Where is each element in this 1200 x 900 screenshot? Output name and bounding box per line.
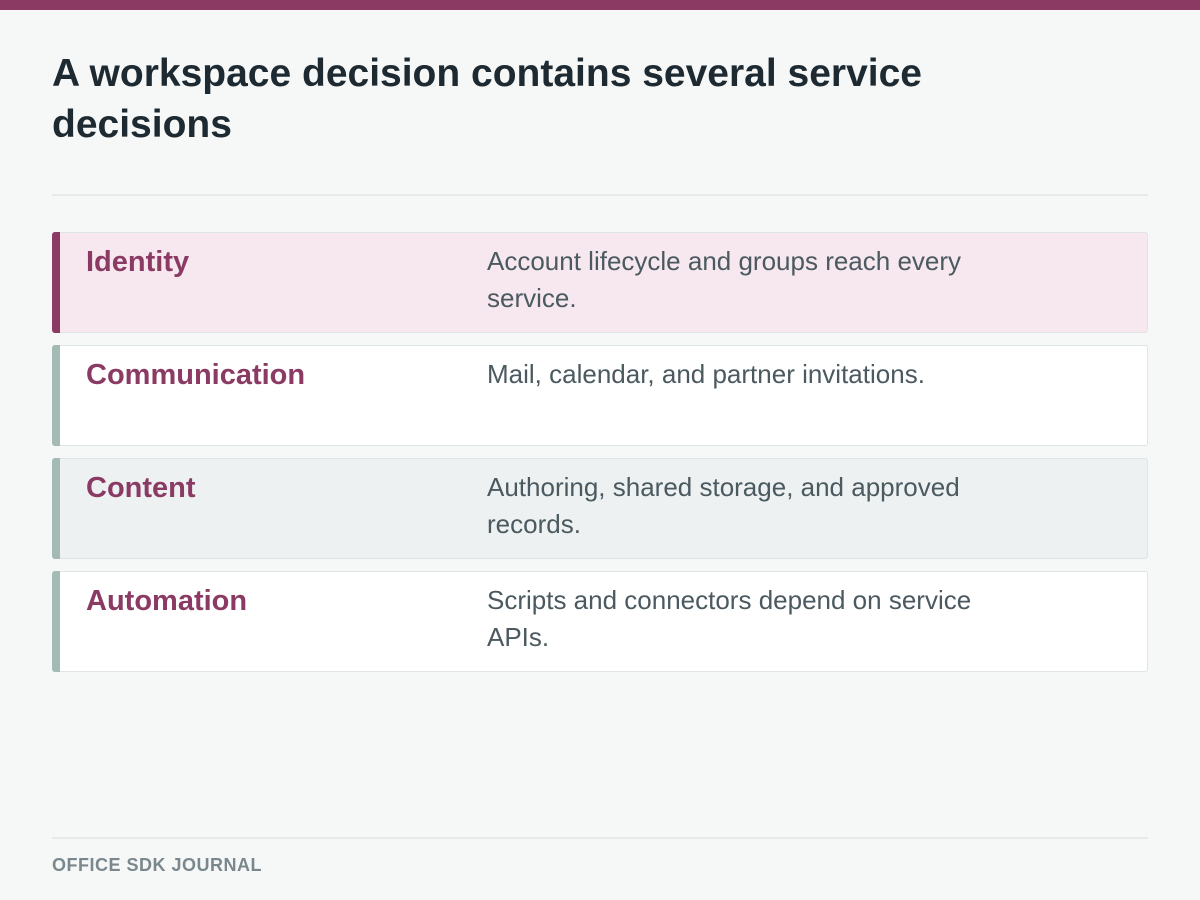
row-accent-bar: [52, 458, 60, 559]
service-label: Content: [86, 472, 196, 504]
publication-footer: OFFICE SDK JOURNAL: [52, 855, 263, 875]
service-description: Scripts and connectors depend on service…: [487, 585, 972, 652]
page-title: A workspace decision contains several se…: [52, 52, 922, 146]
service-row-identity: Identity Account lifecycle and groups re…: [52, 232, 1148, 333]
service-decision-list: Identity Account lifecycle and groups re…: [52, 232, 1148, 684]
service-description: Mail, calendar, and partner invitations.: [487, 359, 925, 389]
top-accent-bar: [0, 0, 1200, 10]
row-accent-bar: [52, 345, 60, 446]
service-label: Identity: [86, 246, 190, 278]
footer-divider: [52, 837, 1148, 839]
service-row-content: Content Authoring, shared storage, and a…: [52, 458, 1148, 559]
title-divider: [52, 194, 1148, 196]
service-description: Authoring, shared storage, and approved …: [487, 472, 960, 539]
service-label: Automation: [86, 585, 248, 617]
row-accent-bar: [52, 232, 60, 333]
service-description: Account lifecycle and groups reach every…: [487, 246, 962, 313]
service-row-communication: Communication Mail, calendar, and partne…: [52, 345, 1148, 446]
service-label: Communication: [86, 359, 306, 391]
row-accent-bar: [52, 571, 60, 672]
service-row-automation: Automation Scripts and connectors depend…: [52, 571, 1148, 672]
